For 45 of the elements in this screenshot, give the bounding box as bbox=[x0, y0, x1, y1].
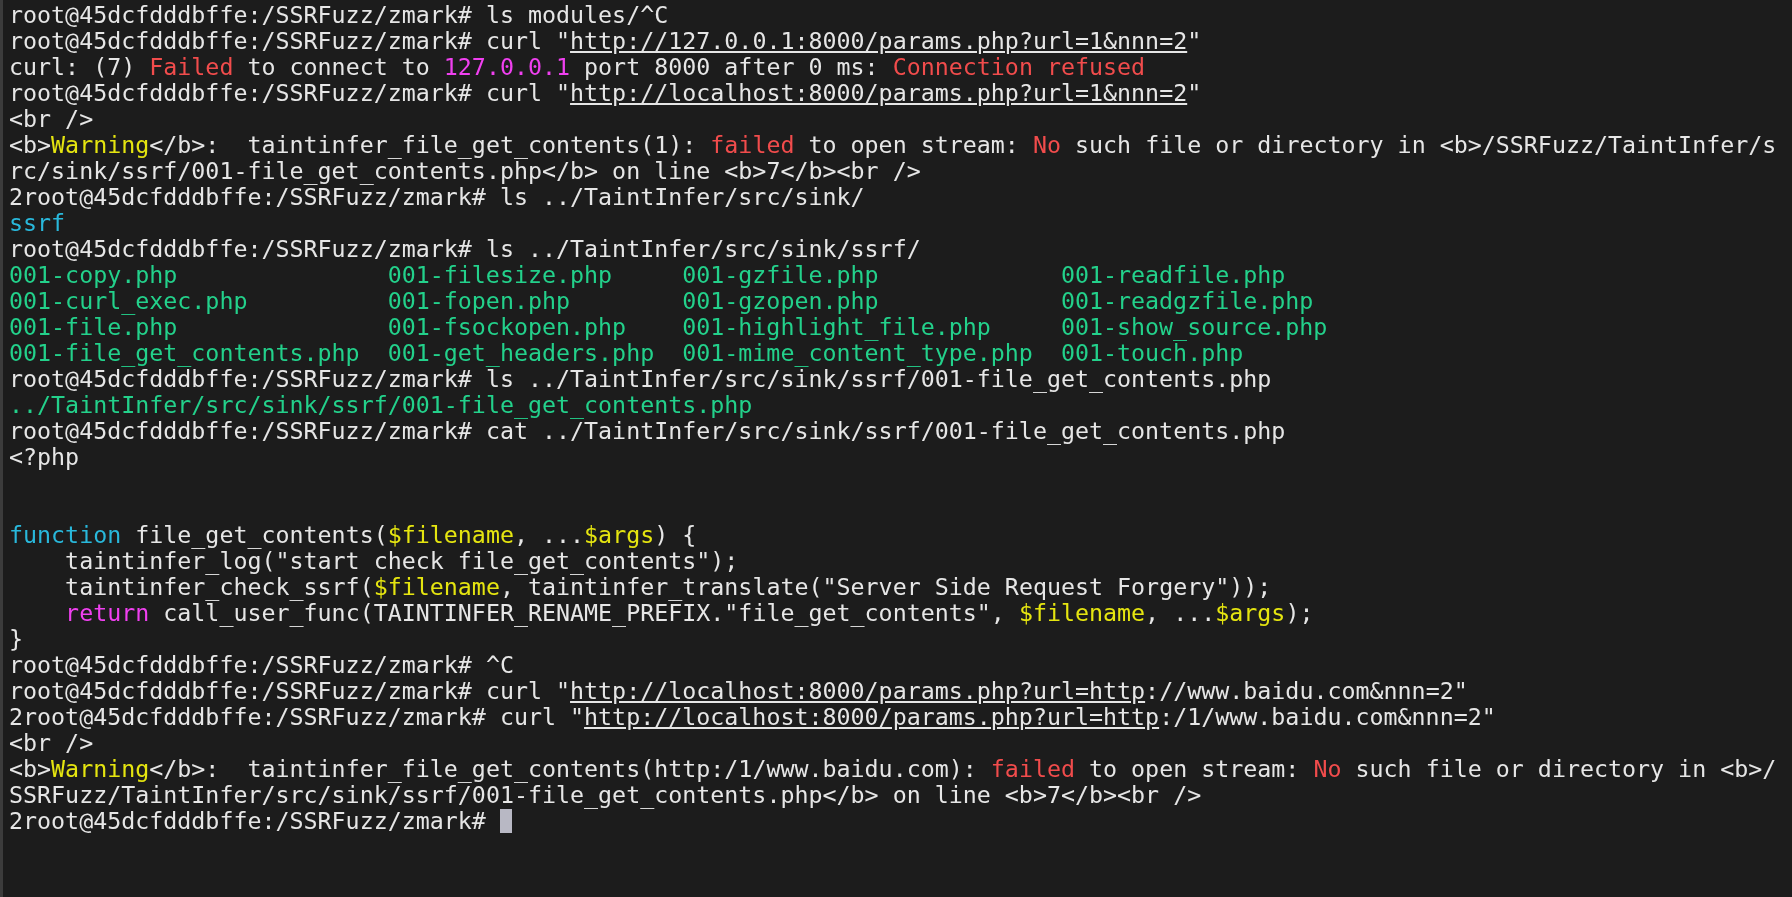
file-name: 001-file_get_contents.php bbox=[9, 339, 360, 366]
terminal-line: root@45dcfdddbffe:/SSRFuzz/zmark# curl "http://localhost:8000/params.php?url=http://www.baidu.com&nnn=2" bbox=[9, 678, 1468, 704]
terminal-line: <b>Warning</b>: taintinfer_file_get_contents(1): failed to open stream: No such file or directory in <b>/SSRFuzz/TaintInfer/s bbox=[9, 132, 1777, 158]
terminal-line: curl: (7) Failed to connect to 127.0.0.1 port 8000 after 0 ms: Connection refused bbox=[9, 54, 1146, 80]
file-name: 001-copy.php bbox=[9, 261, 178, 288]
file-name: 001-fopen.php bbox=[387, 287, 571, 314]
file-name: 001-file.php bbox=[9, 313, 178, 340]
url-link[interactable]: http://localhost:8000/params.php?url=http bbox=[570, 677, 1146, 704]
file-name: ../TaintInfer/src/sink/ssrf/001-file_get_contents.php bbox=[9, 391, 753, 418]
url-link[interactable]: http://localhost:8000/params.php?url=1&nnn=2 bbox=[570, 79, 1188, 106]
file-name: 001-fsockopen.php bbox=[387, 313, 627, 340]
terminal-line: rc/sink/ssrf/001-file_get_contents.php</b> on line <b>7</b><br /> bbox=[9, 158, 921, 184]
terminal-line: SSRFuzz/TaintInfer/src/sink/ssrf/001-file_get_contents.php</b> on line <b>7</b><br /> bbox=[9, 782, 1202, 808]
terminal-line: root@45dcfdddbffe:/SSRFuzz/zmark# ls modules/^C bbox=[9, 2, 669, 28]
terminal-line: root@45dcfdddbffe:/SSRFuzz/zmark# curl "http://localhost:8000/params.php?url=1&nnn=2" bbox=[9, 80, 1202, 106]
terminal-line: function file_get_contents($filename, ...$args) { bbox=[9, 522, 697, 548]
terminal-line: root@45dcfdddbffe:/SSRFuzz/zmark# curl "http://127.0.0.1:8000/params.php?url=1&nnn=2" bbox=[9, 28, 1202, 54]
file-name: 001-gzopen.php bbox=[682, 287, 879, 314]
terminal-line: taintinfer_log("start check file_get_contents"); bbox=[64, 548, 739, 574]
terminal-line: 2root@45dcfdddbffe:/SSRFuzz/zmark# ls ../TaintInfer/src/sink/ bbox=[9, 184, 865, 210]
url-link[interactable]: http://127.0.0.1:8000/params.php?url=1&nnn=2 bbox=[570, 27, 1188, 54]
url-link[interactable]: http://localhost:8000/params.php?url=http bbox=[584, 703, 1160, 730]
terminal-line: root@45dcfdddbffe:/SSRFuzz/zmark# cat ../TaintInfer/src/sink/ssrf/001-file_get_contents.php bbox=[9, 418, 1286, 444]
terminal-line: taintinfer_check_ssrf($filename, taintinfer_translate("Server Side Request Forgery")); bbox=[64, 574, 1272, 600]
terminal-line: 2root@45dcfdddbffe:/SSRFuzz/zmark# curl "http://localhost:8000/params.php?url=http:/1/www.baidu.com&nnn=2" bbox=[9, 704, 1496, 730]
file-name: 001-highlight_file.php bbox=[682, 313, 991, 340]
file-name: 001-show_source.php bbox=[1060, 313, 1328, 340]
file-name: 001-touch.php bbox=[1060, 339, 1244, 366]
file-name: 001-curl_exec.php bbox=[9, 287, 248, 314]
terminal-line: root@45dcfdddbffe:/SSRFuzz/zmark# ^C bbox=[9, 652, 514, 678]
terminal-line: return call_user_func(TAINTINFER_RENAME_PREFIX."file_get_contents", $filename, ...$args); bbox=[64, 600, 1314, 626]
terminal-line: <?php bbox=[9, 444, 80, 470]
terminal-line: } bbox=[9, 626, 24, 652]
file-name: 001-gzfile.php bbox=[682, 261, 879, 288]
terminal-line: <br /> bbox=[9, 730, 94, 756]
terminal-line: <br /> bbox=[9, 106, 94, 132]
terminal-line: root@45dcfdddbffe:/SSRFuzz/zmark# ls ../TaintInfer/src/sink/ssrf/001-file_get_contents.php bbox=[9, 366, 1272, 392]
file-name: 001-readgzfile.php bbox=[1060, 287, 1314, 314]
file-name: 001-filesize.php bbox=[387, 261, 613, 288]
terminal-line: 2root@45dcfdddbffe:/SSRFuzz/zmark# bbox=[9, 808, 486, 834]
directory-name: ssrf bbox=[9, 209, 66, 236]
file-name: 001-get_headers.php bbox=[387, 339, 655, 366]
file-name: 001-readfile.php bbox=[1060, 261, 1286, 288]
terminal-line: <b>Warning</b>: taintinfer_file_get_contents(http:/1/www.baidu.com): failed to open stream: No such file or directory in <b>/ bbox=[9, 756, 1777, 782]
terminal-line: root@45dcfdddbffe:/SSRFuzz/zmark# ls ../TaintInfer/src/sink/ssrf/ bbox=[9, 236, 921, 262]
